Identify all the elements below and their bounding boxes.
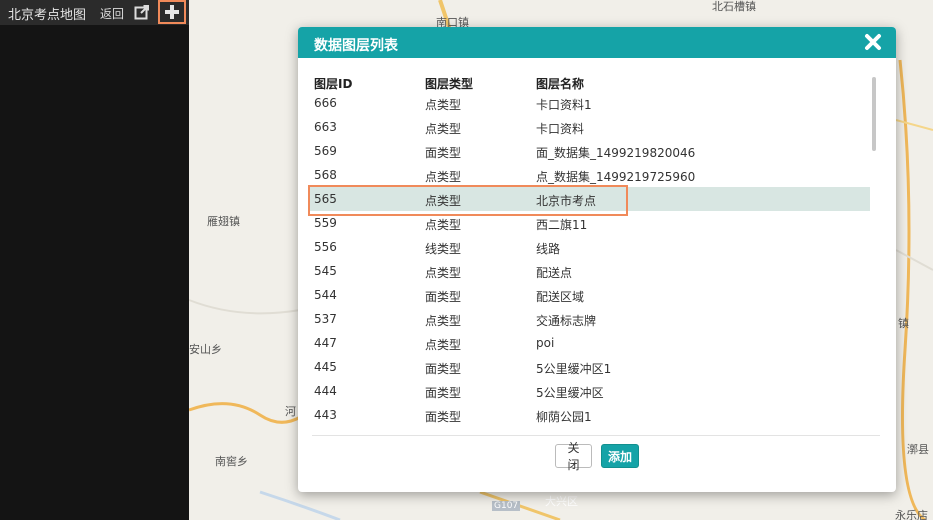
table-cell: 569 — [314, 144, 337, 158]
table-cell: 556 — [314, 240, 337, 254]
map-label: 南窖乡 — [215, 455, 248, 468]
table-cell: 点_数据集_1499219725960 — [536, 170, 696, 184]
close-icon[interactable] — [864, 33, 882, 51]
table-cell: 点类型 — [425, 170, 462, 184]
sidebar: 北京考点地图 返回 — [0, 0, 189, 520]
table-row[interactable]: 568 点类型 点_数据集_1499219725960 — [310, 163, 870, 187]
map-label: 北石槽镇 — [712, 0, 756, 13]
table-cell: 面类型 — [425, 386, 462, 400]
table-cell: 点类型 — [425, 266, 462, 280]
table-cell: 柳荫公园1 — [536, 410, 592, 424]
table-cell: 面类型 — [425, 362, 462, 376]
table-cell: 卡口资料1 — [536, 98, 592, 112]
scrollbar-thumb[interactable] — [872, 77, 876, 151]
map-label: 镇 — [898, 317, 909, 330]
road-shield: G107 — [492, 501, 521, 511]
layer-list-dialog: 数据图层列表 图层ID 图层类型 图层名称 666 点类型 卡口资料1 663 点类型卡… — [298, 27, 896, 492]
table-cell: 545 — [314, 264, 337, 278]
table-row[interactable]: 666 点类型 卡口资料1 — [310, 91, 870, 115]
close-button[interactable]: 关闭 — [555, 441, 592, 472]
table-cell: 5公里缓冲区1 — [536, 362, 612, 376]
table-cell: 面_数据集_1499219820046 — [536, 146, 696, 160]
table-cell: 西二旗11 — [536, 218, 588, 232]
map-label: 大兴区 — [545, 495, 578, 508]
table-row[interactable]: 537 点类型 交通标志牌 — [310, 307, 870, 331]
sidebar-title: 北京考点地图 — [8, 8, 87, 23]
table-cell: 配送区域 — [536, 290, 585, 304]
table-cell: 447 — [314, 336, 337, 350]
table-cell: 666 — [314, 96, 337, 110]
dialog-header: 数据图层列表 — [298, 27, 896, 58]
table-cell: 卡口资料 — [536, 122, 585, 136]
table-cell: 663 — [314, 120, 337, 134]
table-cell: 568 — [314, 168, 337, 182]
table-row[interactable]: 569 面类型 面_数据集_1499219820046 — [310, 139, 870, 163]
add-layer-button[interactable] — [158, 0, 186, 24]
table-cell: 点类型 — [425, 218, 462, 232]
add-button[interactable]: 添加 — [601, 444, 639, 468]
table-row[interactable]: 545 点类型 配送点 — [310, 259, 870, 283]
table-cell: 面类型 — [425, 290, 462, 304]
table-row[interactable]: 556 线类型 线路 — [310, 235, 870, 259]
footer-divider — [312, 435, 880, 436]
table-row[interactable]: 443 面类型 柳荫公园1 — [310, 403, 870, 427]
table-cell: 444 — [314, 384, 337, 398]
map-label: 雁翅镇 — [207, 215, 240, 228]
table-row[interactable]: 544 面类型 配送区域 — [310, 283, 870, 307]
map-label: 河 — [285, 405, 296, 418]
table-cell: 点类型 — [425, 338, 462, 352]
map-label: 永乐店 — [895, 509, 928, 520]
column-header: 图层名称 — [536, 77, 585, 91]
table-cell: poi — [536, 336, 555, 350]
table-row[interactable]: 445 面类型 5公里缓冲区1 — [310, 355, 870, 379]
table-cell: 点类型 — [425, 314, 462, 328]
column-header: 图层ID — [314, 77, 353, 91]
table-cell: 443 — [314, 408, 337, 422]
dialog-title: 数据图层列表 — [314, 38, 398, 54]
table-cell: 559 — [314, 216, 337, 230]
table-row[interactable]: 663 点类型 卡口资料 — [310, 115, 870, 139]
table-cell: 5公里缓冲区 — [536, 386, 604, 400]
plus-icon — [165, 5, 179, 19]
export-icon[interactable] — [134, 4, 150, 20]
table-cell: 线路 — [536, 242, 561, 256]
table-cell: 点类型 — [425, 98, 462, 112]
table-cell: 点类型 — [425, 122, 462, 136]
table-cell: 配送点 — [536, 266, 573, 280]
table-row[interactable]: 444 面类型 5公里缓冲区 — [310, 379, 870, 403]
table-cell: 线类型 — [425, 242, 462, 256]
column-header: 图层类型 — [425, 77, 474, 91]
sidebar-header: 北京考点地图 返回 — [0, 0, 189, 25]
table-scrollbar[interactable] — [872, 77, 878, 432]
table-cell: 537 — [314, 312, 337, 326]
table-cell: 445 — [314, 360, 337, 374]
back-button[interactable]: 返回 — [100, 5, 124, 22]
table-cell: 交通标志牌 — [536, 314, 597, 328]
table-cell: 面类型 — [425, 410, 462, 424]
selection-highlight — [308, 185, 628, 216]
layer-table: 图层ID 图层类型 图层名称 666 点类型 卡口资料1 663 点类型 卡口资料 569 面… — [310, 71, 870, 435]
map-label: 安山乡 — [189, 343, 222, 356]
table-cell: 面类型 — [425, 146, 462, 160]
table-row[interactable]: 447 点类型 poi — [310, 331, 870, 355]
map-label: 漷县 — [907, 443, 929, 456]
table-cell: 544 — [314, 288, 337, 302]
